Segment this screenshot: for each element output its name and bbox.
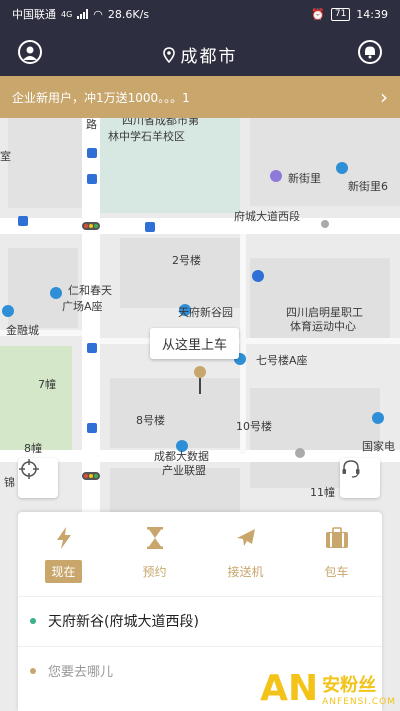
- tab-charter[interactable]: 包车: [291, 512, 382, 592]
- city-selector[interactable]: 成都市: [0, 42, 400, 67]
- tab-label: 现在: [45, 560, 82, 583]
- pickup-location-text: 天府新谷(府城大道西段): [48, 613, 199, 630]
- customer-service-button[interactable]: [340, 458, 380, 498]
- map-label: 锦: [4, 476, 15, 489]
- map-label: 新街里: [288, 172, 321, 185]
- battery-level: 71: [330, 7, 351, 21]
- notification-button[interactable]: [358, 40, 382, 64]
- city-name: 成都市: [180, 47, 238, 67]
- hourglass-icon: [143, 526, 167, 550]
- tab-label: 接送机: [227, 565, 264, 579]
- alarm-icon: ⏰: [311, 7, 325, 21]
- chevron-right-icon: ›: [380, 85, 388, 109]
- watermark-cn: 安粉丝: [322, 675, 377, 696]
- tab-airport[interactable]: 接送机: [200, 512, 291, 592]
- pickup-hint: 从这里上车: [150, 328, 240, 359]
- status-bar: 中国联通 4G ◠ 28.6K/s ⏰ 71 14:39: [0, 0, 400, 28]
- airplane-icon: [234, 526, 258, 550]
- map-label: 仁和春天: [68, 284, 112, 297]
- tab-now[interactable]: 现在: [18, 512, 109, 592]
- map-label: 七号楼A座: [256, 354, 308, 367]
- map-label: 8号楼: [136, 414, 165, 427]
- pickup-pin-stick: [199, 378, 201, 394]
- pickup-dot-icon: [30, 617, 36, 624]
- tab-reserve[interactable]: 预约: [109, 512, 200, 592]
- map-label: 10号楼: [236, 420, 272, 433]
- map-label: 产业联盟: [162, 464, 206, 477]
- map-label: 国家电: [362, 440, 395, 453]
- briefcase-icon: [325, 526, 349, 550]
- map-label: 林中学石羊校区: [108, 130, 185, 143]
- map-label: 广场A座: [62, 300, 103, 313]
- map-label: 2号楼: [172, 254, 201, 267]
- watermark-en: ANFENSI.COM: [322, 697, 396, 707]
- map-label: 7幢: [38, 378, 56, 391]
- network-speed: 28.6K/s: [107, 7, 150, 21]
- network-type: 4G: [61, 9, 73, 19]
- map-label: 四川省成都市第: [122, 118, 199, 127]
- watermark-logo: AN 安粉丝 ANFENSI.COM: [260, 668, 396, 709]
- bell-icon: [365, 46, 375, 59]
- app-header: 成都市: [0, 28, 400, 76]
- wifi-icon: ◠: [93, 7, 103, 21]
- map-label: 室: [0, 150, 11, 163]
- watermark-an: AN: [260, 668, 319, 709]
- tab-label: 预约: [142, 565, 167, 579]
- lightning-icon: [52, 526, 76, 550]
- pickup-location-field[interactable]: 天府新谷(府城大道西段): [18, 596, 382, 644]
- service-tabs: 现在 预约 接送机 包车: [18, 512, 382, 592]
- headset-icon: [342, 460, 360, 478]
- map-label: 新街里6: [348, 180, 388, 193]
- map-label: 天府新谷园: [178, 306, 233, 319]
- map-label: 体育运动中心: [290, 320, 356, 333]
- destination-placeholder: 您要去哪儿: [48, 665, 114, 680]
- crosshair-icon: [19, 459, 39, 479]
- map-label: 府城大道西段: [234, 210, 300, 223]
- location-pin-icon: [162, 46, 175, 63]
- signal-icon: [77, 9, 89, 19]
- map-label: 8幢: [24, 442, 42, 455]
- promo-banner[interactable]: 企业新用户，冲1万送1000。。。1 ›: [0, 76, 400, 118]
- map-label: 路: [86, 118, 97, 131]
- promo-text: 企业新用户，冲1万送1000。。。1: [12, 90, 190, 105]
- locate-button[interactable]: [18, 458, 58, 498]
- map-label: 11幢: [310, 486, 335, 499]
- pickup-pin-icon: [194, 366, 206, 378]
- clock: 14:39: [356, 7, 388, 21]
- tab-label: 包车: [324, 565, 349, 579]
- map-label: 金融城: [6, 324, 39, 337]
- carrier-label: 中国联通: [12, 8, 56, 21]
- destination-dot-icon: [30, 667, 36, 674]
